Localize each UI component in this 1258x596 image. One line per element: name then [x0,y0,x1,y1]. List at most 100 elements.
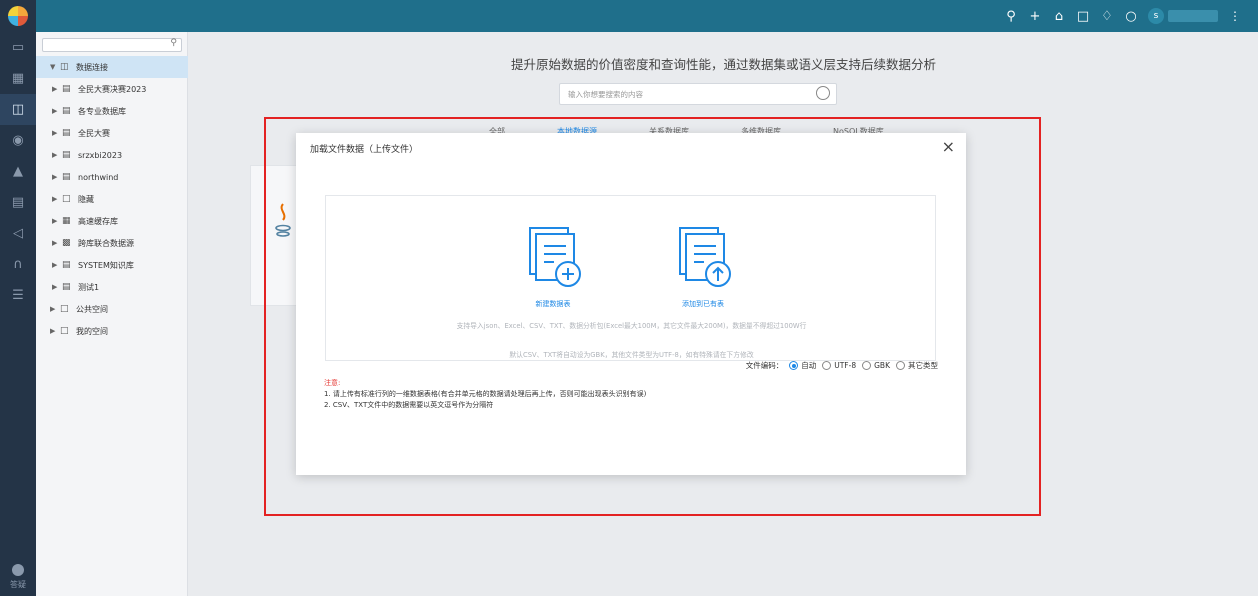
tree-item[interactable]: ▶ ▤ northwind [36,166,188,188]
tree-item[interactable]: ▶ ▤ 测试1 [36,276,188,298]
plus-icon[interactable]: + [1028,9,1042,24]
tree-item-label: srzxbi2023 [78,150,123,160]
search-placeholder: 输入你想要搜索的内容 [568,90,643,99]
new-table-label: 新建数据表 [535,300,571,308]
help-button[interactable]: 答疑 [0,564,36,590]
chevron-right-icon: ▶ [52,129,58,137]
top-actions: ⚲ + ⌂ □ ♢ ○ s ⋮ [1004,0,1242,32]
help-icon [12,564,24,576]
search-icon[interactable]: ⚲ [1004,9,1018,24]
radio-icon [862,361,872,370]
encoding-option-gbk[interactable]: GBK [862,361,890,370]
add-to-existing-button[interactable]: 添加到已有表 [653,224,753,309]
encoding-option-label: UTF-8 [834,361,857,370]
chart-icon[interactable]: ▤ [0,187,36,218]
note-line: 2. CSV、TXT文件中的数据需要以英文逗号作为分隔符 [324,401,494,409]
avatar: s [1148,8,1164,24]
upload-notes: 注意: 1. 请上传有标准行列的一维数据表格(有合并单元格的数据请处理后再上传，… [324,378,646,411]
chevron-right-icon: ▶ [50,305,56,313]
tree-item[interactable]: ▶ ▤ 各专业数据库 [36,100,188,122]
db-icon: ▤ [62,282,71,292]
db-icon: ▤ [62,172,71,182]
tree-item[interactable]: ▶ ▤ 全民大赛决赛2023 [36,78,188,100]
upload-file-dialog: 加载文件数据（上传文件） × 新建数据表 添加到已有表 支持导入json、Exc… [296,133,966,475]
top-bar: ⚲ + ⌂ □ ♢ ○ s ⋮ [0,0,1258,32]
encoding-option-other[interactable]: 其它类型 [896,360,938,371]
upload-hint-encoding: 默认CSV、TXT将自动设为GBK，其他文件类型为UTF-8，如有特殊请在下方修… [509,351,754,359]
home-icon[interactable]: ⌂ [1052,9,1066,24]
add-existing-label: 添加到已有表 [682,300,724,308]
tree-item-label: 各专业数据库 [78,106,126,116]
db-icon: ▤ [62,106,71,116]
tree-item[interactable]: ▶ ▤ srzxbi2023 [36,144,188,166]
encoding-option-utf8[interactable]: UTF-8 [822,361,856,370]
add-existing-icon [679,227,731,287]
lock-icon[interactable]: □ [1076,9,1090,24]
search-icon[interactable] [816,86,830,100]
app-logo[interactable] [0,0,36,32]
encoding-selector: 文件编码： 自动 UTF-8 GBK 其它类型 [746,360,938,371]
db-icon: ▤ [62,150,71,160]
left-rail: ▭ ▦ ◫ ◉ ▲ ▤ ◁ ∩ ☰ 答疑 [0,32,36,596]
tree-item[interactable]: ▶ □ 隐藏 [36,188,188,210]
java-icon [275,203,291,237]
tree-item-label: SYSTEM知识库 [78,260,134,270]
tree-item[interactable]: ▶ ▤ 全民大赛 [36,122,188,144]
folder-user-icon: □ [60,326,69,336]
chevron-right-icon: ▶ [52,107,58,115]
bell-icon[interactable]: ♢ [1100,9,1114,24]
tree-item[interactable]: ▶ ▦ 高速缓存库 [36,210,188,232]
tree-item-label: 公共空间 [76,304,108,314]
tree-item[interactable]: ▶ ▩ 跨库联合数据源 [36,232,188,254]
dialog-title: 加载文件数据（上传文件） [310,145,419,155]
more-vertical-icon[interactable]: ⋮ [1228,9,1242,23]
chevron-down-icon: ▼ [50,63,56,71]
tree-item-label: 高速缓存库 [78,216,118,226]
notes-title: 注意: [324,379,341,387]
db-icon: ▤ [62,260,71,270]
headset-icon[interactable]: ∩ [0,249,36,280]
chevron-right-icon: ▶ [52,195,58,203]
radio-checked-icon [789,361,799,370]
tree-item-data-connection[interactable]: ▼ ◫ 数据连接 [36,56,188,78]
new-table-button[interactable]: 新建数据表 [503,224,603,309]
database-icon[interactable]: ◫ [0,94,36,125]
analysis-icon[interactable]: ▲ [0,156,36,187]
tree-search-input[interactable]: ⚲ [42,38,182,52]
user-menu[interactable]: s [1148,8,1218,24]
tree-item-public-space[interactable]: ▶ □ 公共空间 [36,298,188,320]
upload-hint-formats: 支持导入json、Excel、CSV、TXT、数据分析包(Excel最大100M… [456,322,807,330]
radio-icon [896,361,905,370]
user-name-redacted [1168,10,1218,22]
dataset-icon[interactable]: ◉ [0,125,36,156]
chevron-right-icon: ▶ [52,261,58,269]
tree-rows: ▼ ◫ 数据连接 ▶ ▤ 全民大赛决赛2023 ▶ ▤ 各专业数据库 ▶ ▤ 全民大赛 ▶ ▤ sr… [36,56,188,342]
tree-item-label: 测试1 [78,282,100,292]
chat-icon[interactable]: ○ [1124,9,1138,24]
encoding-label: 文件编码： [745,361,784,370]
tree-item-my-space[interactable]: ▶ □ 我的空间 [36,320,188,342]
note-line: 1. 请上传有标准行列的一维数据表格(有合并单元格的数据请处理后再上传，否则可能… [324,390,647,398]
encoding-option-auto[interactable]: 自动 [789,360,816,371]
tree-item-label: 我的空间 [76,326,108,336]
logo-mark [8,6,28,26]
datasource-search-input[interactable]: 输入你想要搜索的内容 [559,83,837,105]
database-icon: ◫ [60,62,69,72]
cache-icon: ▦ [62,216,71,226]
db-icon: ▤ [62,84,71,94]
search-icon: ⚲ [170,38,177,48]
datasource-tree: ⚲ ‖ ▼◫数据连接 ▶▤全民大赛决赛2023 ▶▤各专业数据库 ▶▤全民大赛 … [36,32,194,596]
triangle-icon[interactable]: ◁ [0,218,36,249]
grid-icon[interactable]: ▦ [0,63,36,94]
chevron-right-icon: ▶ [52,151,58,159]
tree-item-label: 隐藏 [78,194,94,204]
tree-item-label: 数据连接 [76,62,108,72]
layers-icon[interactable]: ☰ [0,280,36,311]
tree-item[interactable]: ▶ ▤ SYSTEM知识库 [36,254,188,276]
close-icon[interactable]: × [942,138,955,156]
db-icon: ▤ [62,128,71,138]
upload-drop-zone[interactable]: 新建数据表 添加到已有表 支持导入json、Excel、CSV、TXT、数据分析… [325,195,936,361]
chevron-right-icon: ▶ [52,85,58,93]
tree-item-label: 全民大赛 [78,128,110,138]
monitor-icon[interactable]: ▭ [0,32,36,63]
